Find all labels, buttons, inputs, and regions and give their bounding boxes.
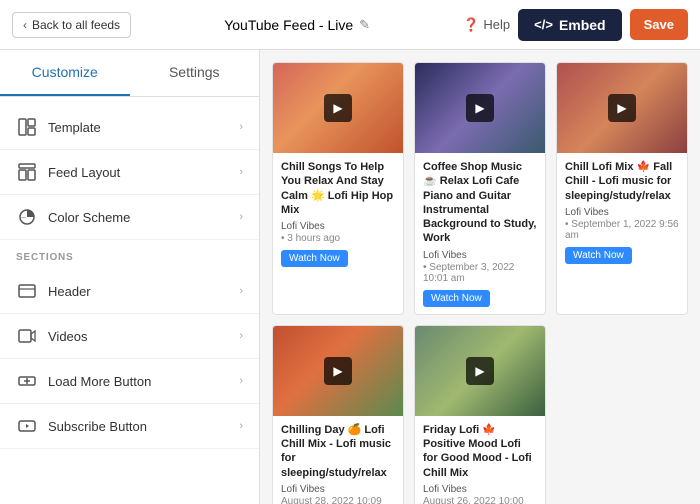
video-info-2: Coffee Shop Music ☕ Relax Lofi Cafe Pian… xyxy=(415,153,545,314)
play-button-3[interactable]: ▶ xyxy=(608,94,636,122)
template-icon xyxy=(16,116,38,138)
feed-title-area: YouTube Feed - Live ✎ xyxy=(141,17,453,33)
tab-customize[interactable]: Customize xyxy=(0,50,130,96)
tab-settings[interactable]: Settings xyxy=(130,50,260,96)
help-label: Help xyxy=(483,17,510,32)
sidebar-item-load-more[interactable]: Load More Button › xyxy=(0,359,259,404)
app-body: Customize Settings Template › xyxy=(0,50,700,504)
play-button-2[interactable]: ▶ xyxy=(466,94,494,122)
sidebar-item-feed-layout[interactable]: Feed Layout › xyxy=(0,150,259,195)
app-header: ‹ Back to all feeds YouTube Feed - Live … xyxy=(0,0,700,50)
code-icon: </> xyxy=(534,17,553,32)
video-title-4: Chilling Day 🍊 Lofi Chill Mix - Lofi mus… xyxy=(281,423,395,480)
layout-icon xyxy=(16,161,38,183)
watch-button-2[interactable]: Watch Now xyxy=(423,290,490,307)
back-button[interactable]: ‹ Back to all feeds xyxy=(12,12,131,38)
sections-heading: SECTIONS xyxy=(0,240,259,269)
template-chevron-icon: › xyxy=(239,121,243,133)
sidebar-item-videos[interactable]: Videos › xyxy=(0,314,259,359)
video-date-3: • September 1, 2022 9:56 am xyxy=(565,219,679,241)
sidebar-item-header[interactable]: Header › xyxy=(0,269,259,314)
main-content: ▶ Chill Songs To Help You Relax And Stay… xyxy=(260,50,700,504)
video-channel-2: Lofi Vibes xyxy=(423,250,537,261)
save-button-label: Save xyxy=(644,17,674,32)
save-button[interactable]: Save xyxy=(630,9,688,40)
video-title-2: Coffee Shop Music ☕ Relax Lofi Cafe Pian… xyxy=(423,160,537,246)
video-info-3: Chill Lofi Mix 🍁 Fall Chill - Lofi music… xyxy=(557,153,687,271)
header-chevron-icon: › xyxy=(239,285,243,297)
play-button-4[interactable]: ▶ xyxy=(324,357,352,385)
video-thumb-2: ▶ xyxy=(415,63,545,153)
videos-chevron-icon: › xyxy=(239,330,243,342)
video-channel-3: Lofi Vibes xyxy=(565,207,679,218)
video-card-5: ▶ Friday Lofi 🍁 Positive Mood Lofi for G… xyxy=(414,325,546,504)
feed-title-text: YouTube Feed - Live xyxy=(224,17,353,33)
color-icon xyxy=(16,206,38,228)
sidebar-tabs: Customize Settings xyxy=(0,50,259,97)
back-button-label: Back to all feeds xyxy=(32,18,120,32)
feed-layout-chevron-icon: › xyxy=(239,166,243,178)
video-date-1: • 3 hours ago xyxy=(281,233,395,244)
feed-layout-label: Feed Layout xyxy=(48,165,239,180)
video-grid: ▶ Chill Songs To Help You Relax And Stay… xyxy=(272,62,688,504)
video-date-5: August 26, 2022 10:00 am xyxy=(423,496,537,504)
videos-label: Videos xyxy=(48,329,239,344)
template-label: Template xyxy=(48,120,239,135)
video-card-3: ▶ Chill Lofi Mix 🍁 Fall Chill - Lofi mus… xyxy=(556,62,688,315)
video-icon xyxy=(16,325,38,347)
sidebar-menu: Template › Feed Layout › xyxy=(0,97,259,457)
video-title-1: Chill Songs To Help You Relax And Stay C… xyxy=(281,160,395,217)
sidebar: Customize Settings Template › xyxy=(0,50,260,504)
header-actions: ❓ Help </> Embed Save xyxy=(463,9,688,41)
play-button-5[interactable]: ▶ xyxy=(466,357,494,385)
subscribe-label: Subscribe Button xyxy=(48,419,239,434)
edit-icon[interactable]: ✎ xyxy=(359,17,370,33)
video-thumb-5: ▶ xyxy=(415,326,545,416)
video-channel-5: Lofi Vibes xyxy=(423,484,537,495)
video-info-1: Chill Songs To Help You Relax And Stay C… xyxy=(273,153,403,274)
video-title-3: Chill Lofi Mix 🍁 Fall Chill - Lofi music… xyxy=(565,160,679,203)
load-more-label: Load More Button xyxy=(48,374,239,389)
chevron-left-icon: ‹ xyxy=(23,18,27,32)
help-circle-icon: ❓ xyxy=(463,17,479,33)
sidebar-item-template[interactable]: Template › xyxy=(0,105,259,150)
color-scheme-label: Color Scheme xyxy=(48,210,239,225)
embed-button[interactable]: </> Embed xyxy=(518,9,621,41)
video-date-4: August 28, 2022 10:09 am xyxy=(281,496,395,504)
watch-button-3[interactable]: Watch Now xyxy=(565,247,632,264)
watch-button-1[interactable]: Watch Now xyxy=(281,250,348,267)
load-more-chevron-icon: › xyxy=(239,375,243,387)
video-date-2: • September 3, 2022 10:01 am xyxy=(423,262,537,284)
embed-button-label: Embed xyxy=(559,17,606,33)
video-card-2: ▶ Coffee Shop Music ☕ Relax Lofi Cafe Pi… xyxy=(414,62,546,315)
video-info-4: Chilling Day 🍊 Lofi Chill Mix - Lofi mus… xyxy=(273,416,403,504)
video-thumb-4: ▶ xyxy=(273,326,403,416)
sidebar-item-subscribe[interactable]: Subscribe Button › xyxy=(0,404,259,449)
video-thumb-3: ▶ xyxy=(557,63,687,153)
video-channel-1: Lofi Vibes xyxy=(281,221,395,232)
video-channel-4: Lofi Vibes xyxy=(281,484,395,495)
video-thumb-1: ▶ xyxy=(273,63,403,153)
header-label: Header xyxy=(48,284,239,299)
help-button[interactable]: ❓ Help xyxy=(463,17,510,33)
video-card-4: ▶ Chilling Day 🍊 Lofi Chill Mix - Lofi m… xyxy=(272,325,404,504)
subscribe-icon xyxy=(16,415,38,437)
subscribe-chevron-icon: › xyxy=(239,420,243,432)
video-card-1: ▶ Chill Songs To Help You Relax And Stay… xyxy=(272,62,404,315)
sidebar-item-color-scheme[interactable]: Color Scheme › xyxy=(0,195,259,240)
play-button-1[interactable]: ▶ xyxy=(324,94,352,122)
color-scheme-chevron-icon: › xyxy=(239,211,243,223)
video-title-5: Friday Lofi 🍁 Positive Mood Lofi for Goo… xyxy=(423,423,537,480)
header-icon xyxy=(16,280,38,302)
loadmore-icon xyxy=(16,370,38,392)
video-info-5: Friday Lofi 🍁 Positive Mood Lofi for Goo… xyxy=(415,416,545,504)
